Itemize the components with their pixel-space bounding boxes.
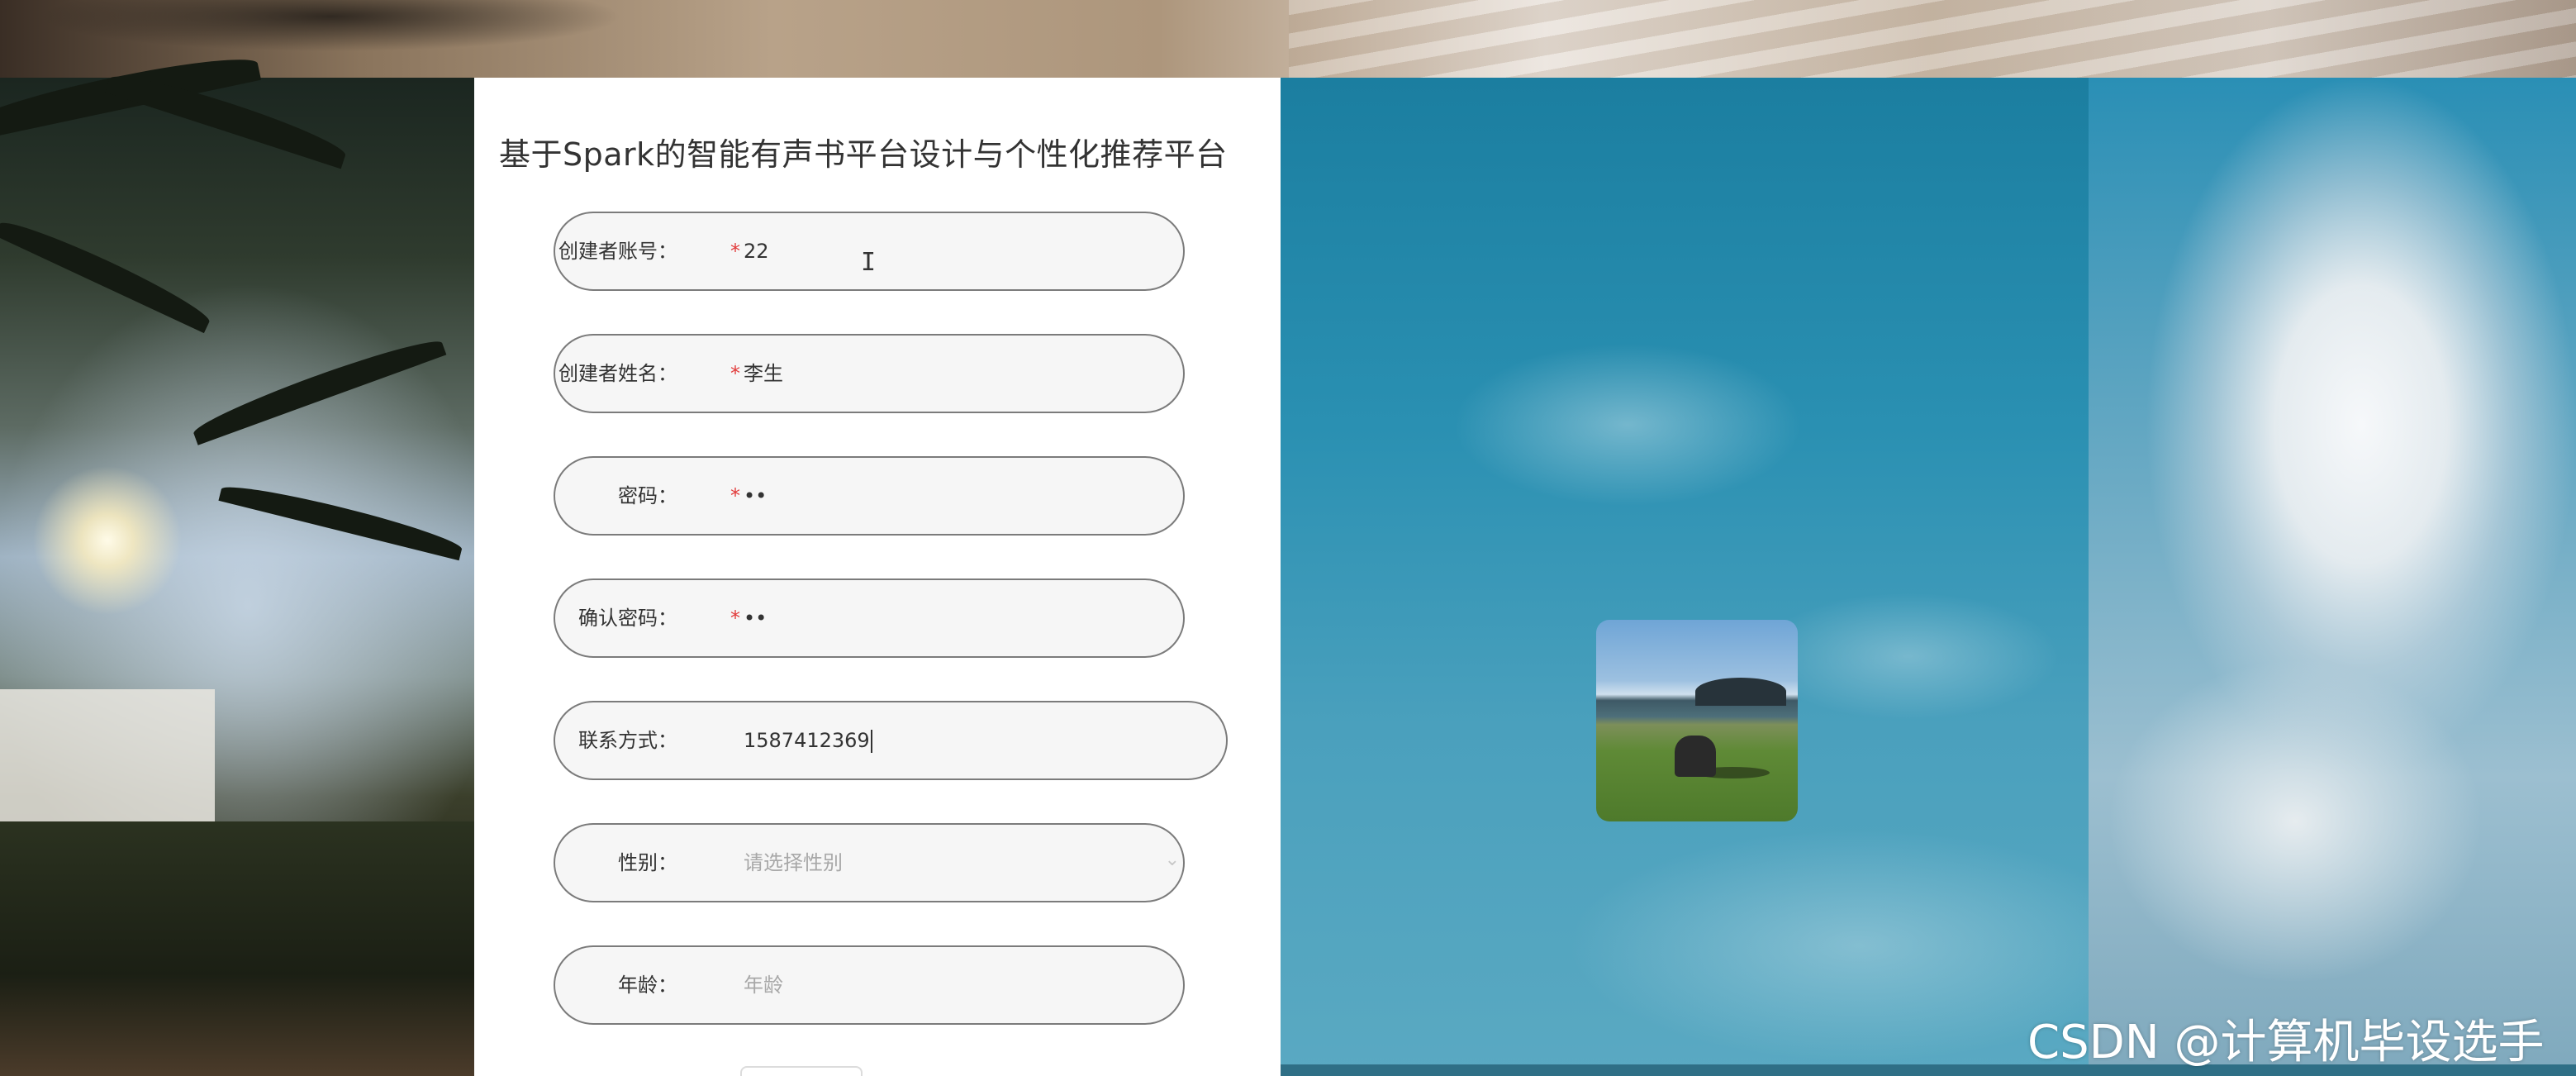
thumb-mountain [1695,678,1786,706]
thumb-figure [1675,736,1716,777]
required-marker: * [730,362,740,385]
csdn-watermark: CSDN @计算机毕设选手 [2027,1016,2545,1069]
password-label: 密码： [618,484,677,507]
palm-frond [0,212,215,334]
chevron-down-icon[interactable]: ⌄ [1165,850,1180,870]
required-marker: * [730,607,740,630]
text-caret [870,730,872,753]
age-label: 年龄： [618,974,677,997]
confirm-password-input[interactable]: •• [744,580,767,656]
background-beach-top [0,0,2576,78]
age-input[interactable]: 年龄 [744,947,783,1023]
required-marker: * [730,484,740,507]
beach-hut [0,689,215,821]
contact-input-value: 1587412369 [744,729,870,752]
foliage-ground [0,821,474,1076]
creator-account-label: 创建者账号： [558,240,677,263]
contact-label: 联系方式： [578,729,677,752]
contact-field[interactable]: 联系方式： 1587412369 [554,701,1228,780]
next-element-partial[interactable] [740,1066,863,1076]
age-field[interactable]: 年龄： 年龄 [554,945,1185,1025]
register-form-panel: 基于Spark的智能有声书平台设计与个性化推荐平台 创建者账号： * 22 创建… [474,78,1281,1076]
gender-label: 性别： [618,851,677,874]
password-field[interactable]: 密码： * •• [554,456,1185,536]
gender-select-placeholder[interactable]: 请选择性别 [744,825,843,901]
background-palm-trees [0,47,474,1076]
palm-frond [218,478,465,561]
contact-input[interactable]: 1587412369 [744,702,872,778]
page-title: 基于Spark的智能有声书平台设计与个性化推荐平台 [499,136,1228,173]
creator-account-input[interactable]: 22 [744,213,769,289]
palm-frond [189,331,447,445]
creator-name-input[interactable]: 李生 [744,336,783,412]
confirm-password-label: 确认密码： [578,607,677,630]
background-cloud [2089,78,2576,1076]
background-sky [1281,78,2089,1076]
required-marker: * [730,240,740,263]
creator-name-label: 创建者姓名： [558,362,677,385]
password-input[interactable]: •• [744,458,767,534]
creator-name-field[interactable]: 创建者姓名： * 李生 [554,334,1185,413]
gender-select[interactable]: 性别： 请选择性别 ⌄ [554,823,1185,902]
confirm-password-field[interactable]: 确认密码： * •• [554,578,1185,658]
thumbnail-photo [1596,620,1798,821]
mouse-ibeam-cursor: I [861,248,877,277]
